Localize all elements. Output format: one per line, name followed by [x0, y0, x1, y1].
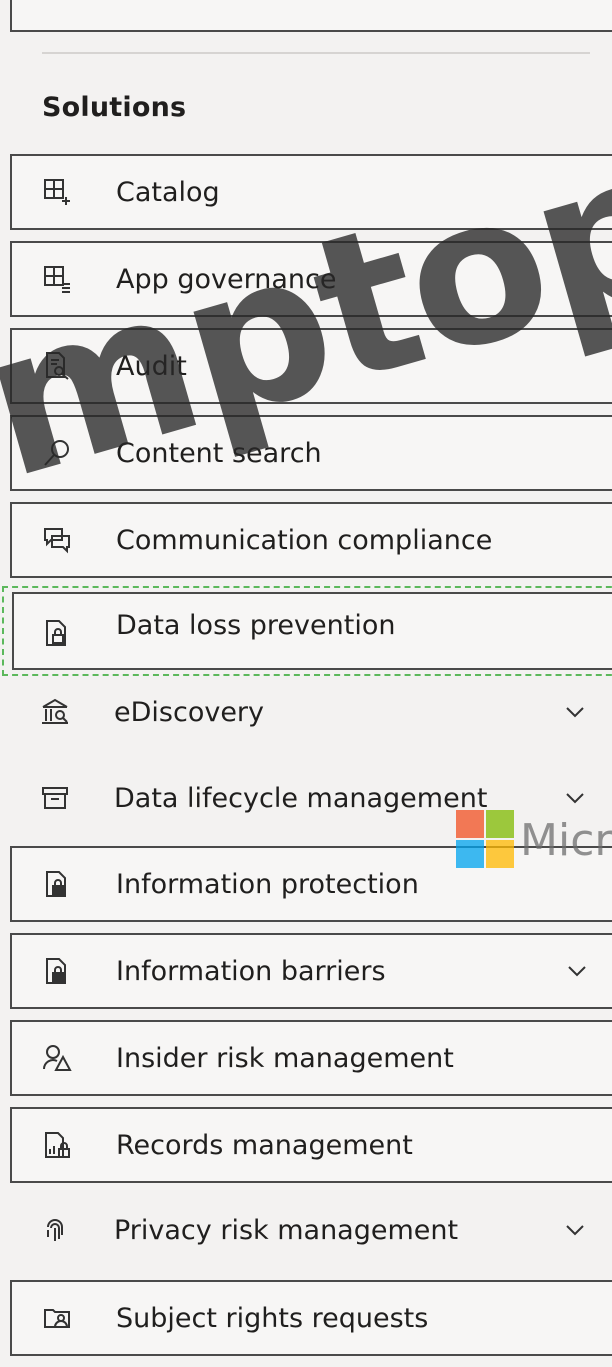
nav-item-information-barriers[interactable]: Information barriers: [10, 933, 612, 1009]
nav-item-label: Audit: [116, 350, 187, 382]
nav-item-label: Data lifecycle management: [114, 782, 488, 814]
nav-item-audit[interactable]: Audit: [10, 328, 612, 404]
nav-item-communication-compliance[interactable]: Communication compliance: [10, 502, 612, 578]
info-protection-icon: [42, 869, 72, 899]
nav-item-label: Insider risk management: [116, 1042, 454, 1074]
nav-item-app-governance[interactable]: App governance: [10, 241, 612, 317]
audit-icon: [42, 351, 72, 381]
nav-item-label: Content search: [116, 437, 322, 469]
previous-nav-item[interactable]: [10, 0, 612, 32]
nav-item-records-management[interactable]: Records management: [10, 1107, 612, 1183]
nav-item-data-loss-prevention[interactable]: Data loss prevention: [2, 586, 612, 676]
info-barriers-icon: [42, 956, 72, 986]
nav-item-label: Information barriers: [116, 955, 386, 987]
nav-item-label: Communication compliance: [116, 524, 493, 556]
search-icon: [42, 438, 72, 468]
chat-icon: [42, 525, 72, 555]
chevron-down-icon[interactable]: [562, 699, 588, 725]
ediscovery-icon: [40, 697, 70, 727]
records-icon: [42, 1130, 72, 1160]
microsoft-logo-icon: [456, 810, 516, 870]
nav-item-insider-risk-management[interactable]: Insider risk management: [10, 1020, 612, 1096]
nav-item-label: Information protection: [116, 868, 419, 900]
chevron-down-icon[interactable]: [562, 1217, 588, 1243]
catalog-icon: [42, 177, 72, 207]
nav-item-label: Catalog: [116, 176, 220, 208]
subject-rights-icon: [42, 1303, 72, 1333]
chevron-down-icon[interactable]: [564, 958, 590, 984]
nav-item-label: Data loss prevention: [116, 610, 396, 641]
nav-item-label: eDiscovery: [114, 696, 265, 728]
section-heading: Solutions: [42, 92, 187, 123]
insider-risk-icon: [42, 1043, 72, 1073]
dlp-icon: [42, 618, 72, 648]
solutions-nav: Solutions Catalog App governance Audit C…: [0, 0, 612, 1367]
nav-item-label: App governance: [116, 263, 337, 295]
chevron-down-icon[interactable]: [562, 785, 588, 811]
nav-item-ediscovery[interactable]: eDiscovery: [10, 674, 612, 750]
nav-item-label: Subject rights requests: [116, 1302, 429, 1334]
app-governance-icon: [42, 264, 72, 294]
nav-item-content-search[interactable]: Content search: [10, 415, 612, 491]
divider: [42, 52, 590, 54]
fingerprint-icon: [40, 1215, 70, 1245]
archive-icon: [40, 783, 70, 813]
nav-item-label: Privacy risk management: [114, 1214, 459, 1246]
nav-item-catalog[interactable]: Catalog: [10, 154, 612, 230]
nav-item-privacy-risk-management[interactable]: Privacy risk management: [10, 1192, 612, 1268]
nav-item-subject-rights-requests[interactable]: Subject rights requests: [10, 1280, 612, 1356]
watermark-logo-text: Micr: [520, 815, 612, 866]
nav-item-label: Records management: [116, 1129, 413, 1161]
